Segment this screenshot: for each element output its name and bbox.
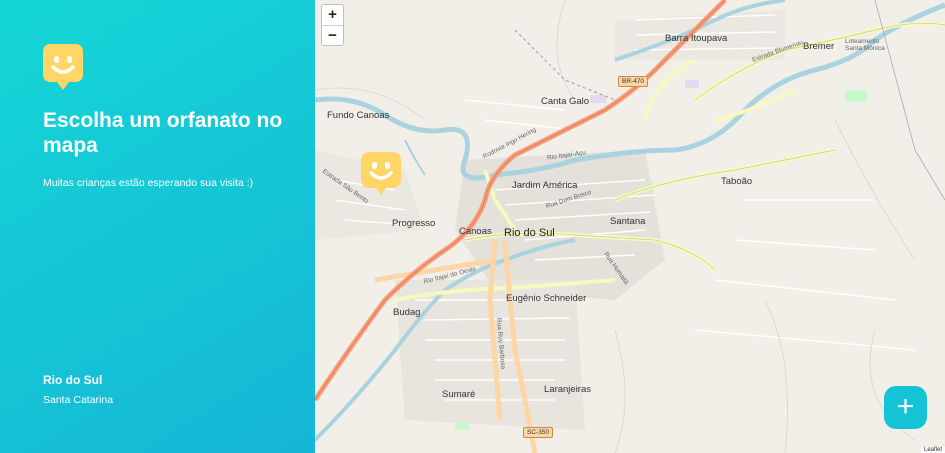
sidebar: Escolha um orfanato no mapa Muitas crian… [0, 0, 315, 453]
map-label-taboao: Taboão [721, 176, 753, 187]
logo-icon [43, 44, 83, 90]
map-label-canta-galo: Canta Galo [541, 96, 590, 107]
map-label-jardim-america: Jardim América [512, 180, 578, 191]
orphanage-marker-icon[interactable] [361, 152, 401, 196]
location-city: Rio do Sul [43, 373, 103, 387]
map-label-rio-do-sul: Rio do Sul [504, 227, 555, 239]
map-label-eugenio-schneider: Eugênio Schneider [506, 293, 587, 304]
zoom-out-button[interactable]: − [322, 25, 343, 45]
zoom-control: + − [321, 4, 344, 46]
map-label-loteamento-1: Loteamento [845, 38, 880, 45]
map-attribution[interactable]: Leaflet [920, 447, 945, 453]
subtitle: Muitas crianças estão esperando sua visi… [43, 177, 254, 189]
map[interactable]: Barra Itoupava Bremer Loteamento Santa M… [315, 0, 945, 453]
add-orphanage-button[interactable]: + [884, 386, 927, 429]
zoom-in-button[interactable]: + [322, 5, 343, 25]
map-label-sumare: Sumaré [442, 389, 476, 400]
map-label-fundo-canoas: Fundo Canoas [327, 110, 390, 121]
map-shield-br-470: BR-470 [618, 76, 649, 87]
map-label-barra-itoupava: Barra Itoupava [665, 33, 728, 44]
location-state: Santa Catarina [43, 394, 114, 406]
map-shield-sc-350: SC-350 [523, 427, 554, 438]
map-label-loteamento-2: Santa Mônica [845, 45, 885, 52]
map-label-bremer: Bremer [803, 41, 835, 52]
page-title: Escolha um orfanato no mapa [43, 109, 283, 157]
map-label-laranjeiras: Laranjeiras [544, 384, 591, 395]
map-label-progresso: Progresso [392, 218, 436, 229]
map-label-santana: Santana [610, 216, 646, 227]
map-label-budag: Budag [393, 307, 421, 318]
map-label-canoas: Canoas [459, 226, 492, 237]
